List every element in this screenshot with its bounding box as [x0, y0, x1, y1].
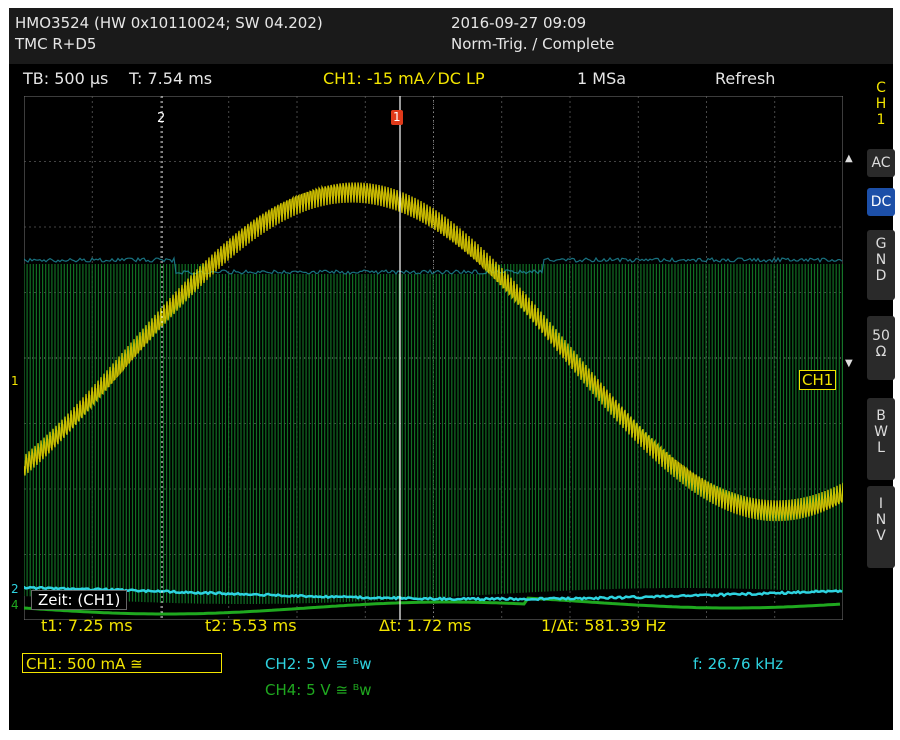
frequency-counter: f: 26.76 kHz	[693, 655, 783, 673]
scroll-down-icon[interactable]: ▼	[845, 355, 853, 373]
cursor-2-marker[interactable]: 2	[157, 110, 165, 128]
ch4-offset-marker[interactable]: 4	[11, 596, 19, 614]
oscilloscope-display: HMO3524 (HW 0x10110024; SW 04.202) TMC R…	[9, 8, 893, 730]
model-info: HMO3524 (HW 0x10110024; SW 04.202)	[15, 14, 323, 32]
ch2-settings[interactable]: CH2: 5 V ≅ ᴮᴡ	[265, 655, 372, 673]
coupling-dc-button[interactable]: DC	[867, 188, 895, 216]
options-info: TMC R+D5	[15, 35, 96, 53]
ch1-settings[interactable]: CH1: 500 mA ≅	[22, 653, 222, 673]
cursor-t2: t2: 5.53 ms	[205, 617, 297, 635]
title-bar: HMO3524 (HW 0x10110024; SW 04.202) TMC R…	[9, 8, 893, 64]
trigger-time[interactable]: T: 7.54 ms	[129, 70, 212, 88]
cursor-inverse-delta-t: 1/Δt: 581.39 Hz	[541, 617, 666, 635]
coupling-ac-button[interactable]: AC	[867, 149, 895, 177]
invert-button[interactable]: I N V	[867, 486, 895, 568]
timebase-setting[interactable]: TB: 500 µs	[23, 70, 108, 88]
trigger-position-marker[interactable]: 1	[391, 110, 403, 125]
cursor-readout: t1: 7.25 ms t2: 5.53 ms Δt: 1.72 ms 1/Δt…	[19, 617, 849, 637]
cursor-t1: t1: 7.25 ms	[41, 617, 133, 635]
ch4-settings[interactable]: CH4: 5 V ≅ ᴮᴡ	[265, 681, 372, 699]
bandwidth-limit-button[interactable]: B W L	[867, 398, 895, 480]
ch1-trigger-level-tag[interactable]: CH1	[799, 370, 836, 390]
trigger-mode: Norm-Trig. / Complete	[451, 35, 614, 53]
status-bar: TB: 500 µs T: 7.54 ms CH1: -15 mA ⁄ DC L…	[9, 68, 893, 92]
sample-rate[interactable]: 1 MSa	[577, 70, 626, 88]
waveform-area	[24, 96, 843, 620]
trigger-source[interactable]: CH1: -15 mA ⁄ DC LP	[323, 70, 485, 88]
impedance-50ohm-button[interactable]: 50 Ω	[867, 316, 895, 380]
cursor-source-label[interactable]: Zeit: (CH1)	[31, 590, 127, 610]
datetime: 2016-09-27 09:09	[451, 14, 586, 32]
scroll-up-icon[interactable]: ▲	[845, 150, 853, 168]
side-menu-channel-label: C H 1	[867, 80, 895, 128]
coupling-gnd-button[interactable]: G N D	[867, 230, 895, 300]
cursor-delta-t: Δt: 1.72 ms	[379, 617, 471, 635]
ch1-offset-marker[interactable]: 1	[11, 372, 19, 390]
ch4-waveform	[24, 264, 842, 614]
acquire-mode[interactable]: Refresh	[715, 70, 775, 88]
